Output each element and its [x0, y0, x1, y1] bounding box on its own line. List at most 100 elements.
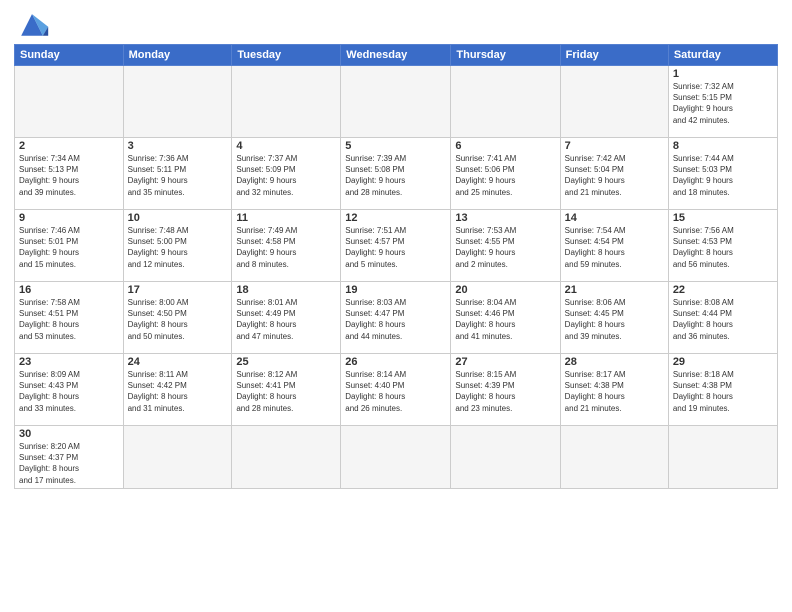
calendar-cell: [451, 426, 560, 489]
day-info: Sunrise: 8:18 AM Sunset: 4:38 PM Dayligh…: [673, 369, 773, 414]
day-number: 24: [128, 356, 228, 368]
calendar-cell: 24Sunrise: 8:11 AM Sunset: 4:42 PM Dayli…: [123, 354, 232, 426]
day-header-friday: Friday: [560, 45, 668, 66]
day-info: Sunrise: 7:39 AM Sunset: 5:08 PM Dayligh…: [345, 153, 446, 198]
calendar-cell: 30Sunrise: 8:20 AM Sunset: 4:37 PM Dayli…: [15, 426, 124, 489]
calendar-week-row: 2Sunrise: 7:34 AM Sunset: 5:13 PM Daylig…: [15, 138, 778, 210]
calendar-cell: [668, 426, 777, 489]
day-info: Sunrise: 7:44 AM Sunset: 5:03 PM Dayligh…: [673, 153, 773, 198]
day-info: Sunrise: 8:03 AM Sunset: 4:47 PM Dayligh…: [345, 297, 446, 342]
day-number: 1: [673, 68, 773, 80]
calendar-week-row: 30Sunrise: 8:20 AM Sunset: 4:37 PM Dayli…: [15, 426, 778, 489]
day-number: 30: [19, 428, 119, 440]
calendar-cell: 11Sunrise: 7:49 AM Sunset: 4:58 PM Dayli…: [232, 210, 341, 282]
calendar-cell: 22Sunrise: 8:08 AM Sunset: 4:44 PM Dayli…: [668, 282, 777, 354]
day-header-sunday: Sunday: [15, 45, 124, 66]
day-number: 3: [128, 140, 228, 152]
day-number: 8: [673, 140, 773, 152]
day-header-wednesday: Wednesday: [341, 45, 451, 66]
day-number: 17: [128, 284, 228, 296]
calendar-header-row: SundayMondayTuesdayWednesdayThursdayFrid…: [15, 45, 778, 66]
day-info: Sunrise: 8:04 AM Sunset: 4:46 PM Dayligh…: [455, 297, 555, 342]
day-number: 7: [565, 140, 664, 152]
day-info: Sunrise: 7:37 AM Sunset: 5:09 PM Dayligh…: [236, 153, 336, 198]
calendar-cell: 7Sunrise: 7:42 AM Sunset: 5:04 PM Daylig…: [560, 138, 668, 210]
calendar-cell: 16Sunrise: 7:58 AM Sunset: 4:51 PM Dayli…: [15, 282, 124, 354]
day-info: Sunrise: 7:34 AM Sunset: 5:13 PM Dayligh…: [19, 153, 119, 198]
day-info: Sunrise: 7:53 AM Sunset: 4:55 PM Dayligh…: [455, 225, 555, 270]
calendar-cell: 27Sunrise: 8:15 AM Sunset: 4:39 PM Dayli…: [451, 354, 560, 426]
calendar-cell: 1Sunrise: 7:32 AM Sunset: 5:15 PM Daylig…: [668, 66, 777, 138]
day-number: 20: [455, 284, 555, 296]
day-info: Sunrise: 7:32 AM Sunset: 5:15 PM Dayligh…: [673, 81, 773, 126]
day-number: 18: [236, 284, 336, 296]
day-number: 26: [345, 356, 446, 368]
calendar-cell: 13Sunrise: 7:53 AM Sunset: 4:55 PM Dayli…: [451, 210, 560, 282]
calendar-table: SundayMondayTuesdayWednesdayThursdayFrid…: [14, 44, 778, 489]
day-info: Sunrise: 7:51 AM Sunset: 4:57 PM Dayligh…: [345, 225, 446, 270]
calendar-cell: 18Sunrise: 8:01 AM Sunset: 4:49 PM Dayli…: [232, 282, 341, 354]
day-number: 21: [565, 284, 664, 296]
day-info: Sunrise: 8:12 AM Sunset: 4:41 PM Dayligh…: [236, 369, 336, 414]
calendar-cell: 2Sunrise: 7:34 AM Sunset: 5:13 PM Daylig…: [15, 138, 124, 210]
calendar-cell: 25Sunrise: 8:12 AM Sunset: 4:41 PM Dayli…: [232, 354, 341, 426]
day-info: Sunrise: 8:14 AM Sunset: 4:40 PM Dayligh…: [345, 369, 446, 414]
calendar-cell: 15Sunrise: 7:56 AM Sunset: 4:53 PM Dayli…: [668, 210, 777, 282]
calendar-page: SundayMondayTuesdayWednesdayThursdayFrid…: [0, 0, 792, 612]
day-info: Sunrise: 7:41 AM Sunset: 5:06 PM Dayligh…: [455, 153, 555, 198]
day-info: Sunrise: 8:01 AM Sunset: 4:49 PM Dayligh…: [236, 297, 336, 342]
calendar-cell: 21Sunrise: 8:06 AM Sunset: 4:45 PM Dayli…: [560, 282, 668, 354]
day-number: 29: [673, 356, 773, 368]
calendar-week-row: 9Sunrise: 7:46 AM Sunset: 5:01 PM Daylig…: [15, 210, 778, 282]
calendar-cell: 28Sunrise: 8:17 AM Sunset: 4:38 PM Dayli…: [560, 354, 668, 426]
day-info: Sunrise: 7:54 AM Sunset: 4:54 PM Dayligh…: [565, 225, 664, 270]
day-info: Sunrise: 7:58 AM Sunset: 4:51 PM Dayligh…: [19, 297, 119, 342]
day-number: 5: [345, 140, 446, 152]
day-number: 28: [565, 356, 664, 368]
day-number: 10: [128, 212, 228, 224]
day-info: Sunrise: 7:46 AM Sunset: 5:01 PM Dayligh…: [19, 225, 119, 270]
logo: [14, 10, 54, 38]
calendar-cell: 12Sunrise: 7:51 AM Sunset: 4:57 PM Dayli…: [341, 210, 451, 282]
day-number: 9: [19, 212, 119, 224]
day-number: 2: [19, 140, 119, 152]
day-header-monday: Monday: [123, 45, 232, 66]
calendar-cell: [15, 66, 124, 138]
day-info: Sunrise: 7:36 AM Sunset: 5:11 PM Dayligh…: [128, 153, 228, 198]
calendar-cell: [341, 426, 451, 489]
day-number: 19: [345, 284, 446, 296]
day-number: 25: [236, 356, 336, 368]
calendar-cell: 17Sunrise: 8:00 AM Sunset: 4:50 PM Dayli…: [123, 282, 232, 354]
calendar-cell: 29Sunrise: 8:18 AM Sunset: 4:38 PM Dayli…: [668, 354, 777, 426]
day-number: 6: [455, 140, 555, 152]
day-info: Sunrise: 8:20 AM Sunset: 4:37 PM Dayligh…: [19, 441, 119, 486]
calendar-cell: [560, 426, 668, 489]
day-number: 11: [236, 212, 336, 224]
day-number: 4: [236, 140, 336, 152]
calendar-week-row: 23Sunrise: 8:09 AM Sunset: 4:43 PM Dayli…: [15, 354, 778, 426]
day-info: Sunrise: 8:00 AM Sunset: 4:50 PM Dayligh…: [128, 297, 228, 342]
day-info: Sunrise: 8:15 AM Sunset: 4:39 PM Dayligh…: [455, 369, 555, 414]
calendar-cell: [341, 66, 451, 138]
day-info: Sunrise: 8:11 AM Sunset: 4:42 PM Dayligh…: [128, 369, 228, 414]
calendar-week-row: 1Sunrise: 7:32 AM Sunset: 5:15 PM Daylig…: [15, 66, 778, 138]
calendar-cell: [123, 426, 232, 489]
day-number: 13: [455, 212, 555, 224]
day-info: Sunrise: 7:48 AM Sunset: 5:00 PM Dayligh…: [128, 225, 228, 270]
calendar-cell: 5Sunrise: 7:39 AM Sunset: 5:08 PM Daylig…: [341, 138, 451, 210]
day-number: 12: [345, 212, 446, 224]
calendar-cell: 6Sunrise: 7:41 AM Sunset: 5:06 PM Daylig…: [451, 138, 560, 210]
day-header-tuesday: Tuesday: [232, 45, 341, 66]
calendar-cell: 19Sunrise: 8:03 AM Sunset: 4:47 PM Dayli…: [341, 282, 451, 354]
day-info: Sunrise: 7:42 AM Sunset: 5:04 PM Dayligh…: [565, 153, 664, 198]
calendar-cell: 26Sunrise: 8:14 AM Sunset: 4:40 PM Dayli…: [341, 354, 451, 426]
calendar-cell: [232, 66, 341, 138]
calendar-week-row: 16Sunrise: 7:58 AM Sunset: 4:51 PM Dayli…: [15, 282, 778, 354]
calendar-cell: 4Sunrise: 7:37 AM Sunset: 5:09 PM Daylig…: [232, 138, 341, 210]
calendar-cell: [123, 66, 232, 138]
day-number: 14: [565, 212, 664, 224]
header: [14, 10, 778, 38]
calendar-cell: [451, 66, 560, 138]
calendar-cell: 14Sunrise: 7:54 AM Sunset: 4:54 PM Dayli…: [560, 210, 668, 282]
day-info: Sunrise: 8:08 AM Sunset: 4:44 PM Dayligh…: [673, 297, 773, 342]
